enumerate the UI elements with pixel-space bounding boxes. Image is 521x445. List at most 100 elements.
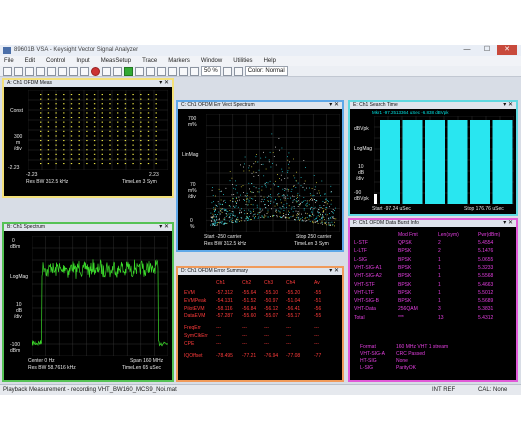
err-vect-point [237,200,238,202]
constellation-point [86,140,88,142]
close-button[interactable]: ✕ [497,45,517,55]
zoom-in-icon[interactable] [222,66,232,76]
err-vect-point [247,204,249,206]
record-icon[interactable] [91,66,100,76]
panel-f-burst-info[interactable]: F: Ch1 OFDM Data Burst Info ▾ ✕ Mod Fmt Le… [348,218,518,382]
err-vect-point [235,221,237,223]
panel-b-span: Span 160 MHz [130,358,164,364]
print-icon[interactable] [36,66,45,76]
panel-a-constellation[interactable]: A: Ch1 OFDM Meas ▾ ✕ Const 300 m /div -2.… [2,78,174,198]
err-vect-point [280,202,282,204]
minimize-button[interactable]: — [457,45,477,55]
err-vect-point [292,211,294,213]
redo-icon[interactable] [80,66,89,76]
rewind-icon[interactable] [113,66,122,76]
menu-edit[interactable]: Edit [25,56,35,66]
constellation-point [109,158,111,160]
panel-b-close-icon[interactable]: ▾ ✕ [159,224,169,231]
save-icon[interactable] [25,66,34,76]
constellation-point [63,163,65,165]
panel-f-close-icon[interactable]: ▾ ✕ [503,220,513,227]
zoom-out-icon[interactable] [233,66,243,76]
panel-d-error-summary[interactable]: D: Ch1 OFDM Error Summary ▾ ✕ Ch1 Ch2 Ch3 Ch… [176,266,344,382]
copy-icon[interactable] [47,66,56,76]
err-vect-point [302,216,303,218]
err-vect-point [268,161,270,163]
err-vect-point [310,216,312,217]
zoom-select[interactable]: 50 % [201,66,221,76]
constellation-point [63,107,65,109]
burst-info-cell: 1 [438,256,441,263]
panel-a-close-icon[interactable]: ▾ ✕ [159,80,169,87]
err-vect-point [263,151,264,153]
err-vect-point [321,222,323,224]
menu-help[interactable]: Help [264,56,276,66]
new-icon[interactable] [3,66,12,76]
menu-control[interactable]: Control [46,56,65,66]
err-vect-point [251,172,253,174]
err-vect-point [211,189,213,191]
constellation-point [155,121,157,123]
err-vect-point [288,213,289,215]
err-vect-point [252,215,254,217]
constellation-point [93,107,96,109]
undo-icon[interactable] [69,66,78,76]
err-vect-point [250,204,252,205]
err-vect-point [314,186,316,188]
err-vect-point [283,210,285,211]
err-vect-point [326,200,328,201]
panel-c-err-vect-spectrum[interactable]: C: Ch1 OFDM Err Vect Spectrum ▾ ✕ 700 m% … [176,100,344,252]
err-vect-point [260,157,262,159]
pause-icon[interactable] [135,66,144,76]
menu-file[interactable]: File [4,56,14,66]
panel-c-close-icon[interactable]: ▾ ✕ [329,102,339,109]
menu-utilities[interactable]: Utilities [233,56,252,66]
err-vect-point [212,213,214,215]
restart-icon[interactable] [157,66,166,76]
stop-icon[interactable] [102,66,111,76]
err-vect-point [309,214,310,216]
panel-e-unit: dBVpk [354,126,369,132]
err-vect-point [315,218,317,219]
burst-info-header: Pwr(dBm) [478,232,501,238]
err-vect-point [280,216,282,218]
peak-icon[interactable] [179,66,188,76]
err-vect-point [277,194,279,196]
menu-meassetup[interactable]: MeasSetup [101,56,131,66]
plot-grid [32,236,168,356]
constellation-point [132,112,134,114]
panel-a-rbw: Res BW 312.5 kHz [26,179,69,185]
color-mode-select[interactable]: Color: Normal [244,66,288,76]
panel-d-close-icon[interactable]: ▾ ✕ [329,268,339,275]
panel-b-spectrum[interactable]: B: Ch1 Spectrum ▾ ✕ 0 dBm LogMag 10 dB /d… [2,222,174,382]
menu-input[interactable]: Input [76,56,89,66]
err-vect-point [332,209,334,210]
err-vect-point [273,215,274,217]
open-icon[interactable] [14,66,23,76]
err-vect-point [264,204,266,205]
menu-trace[interactable]: Trace [142,56,157,66]
err-vect-point [313,222,314,224]
err-vect-point [223,194,224,195]
step-icon[interactable] [146,66,155,76]
err-vect-point [318,212,320,214]
autoscale-icon[interactable] [190,66,199,76]
constellation-point [101,153,103,155]
maximize-button[interactable]: ☐ [477,45,497,55]
menu-window[interactable]: Window [201,56,222,66]
err-vect-point [258,191,260,193]
marker-icon[interactable] [168,66,177,76]
err-vect-point [311,206,312,208]
panel-e-search-time[interactable]: E: Ch1 Search Time ▾ ✕ Mkr1 -97.2513364 u… [348,100,518,216]
panel-e-close-icon[interactable]: ▾ ✕ [503,102,513,109]
err-vect-point [334,221,335,223]
err-vect-point [258,188,260,190]
format-value: 160 MHz VHT 1 stream [396,344,449,350]
err-vect-point [250,191,251,193]
err-vect-point [265,185,267,186]
menu-markers[interactable]: Markers [168,56,190,66]
err-vect-point [267,200,269,202]
constellation-point [101,117,103,119]
play-icon[interactable] [124,66,133,76]
cut-icon[interactable] [58,66,67,76]
